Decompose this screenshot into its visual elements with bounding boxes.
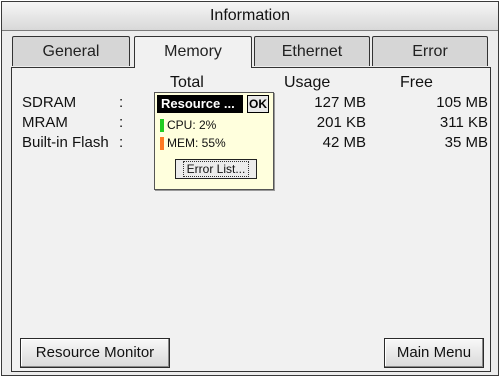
resource-popup: Resource ... OK CPU: 2% MEM: 55% Error L… (154, 92, 274, 190)
row-usage-mram: 201 KB (316, 114, 366, 131)
row-name-flash: Built-in Flash (22, 134, 109, 151)
row-usage-sdram: 127 MB (314, 94, 366, 111)
mem-indicator-bar (160, 137, 164, 150)
mem-usage-text: MEM: 55% (167, 136, 226, 150)
row-free-mram: 311 KB (439, 114, 488, 131)
header-free: Free (400, 74, 433, 91)
tab-error[interactable]: Error (372, 36, 488, 66)
tab-memory[interactable]: Memory (134, 36, 252, 68)
cpu-usage-text: CPU: 2% (167, 118, 217, 132)
row-separator: : (119, 114, 124, 131)
resource-monitor-button[interactable]: Resource Monitor (20, 338, 170, 368)
information-window: Information General Memory Ethernet Erro… (1, 1, 499, 376)
popup-ok-button[interactable]: OK (247, 95, 269, 113)
row-separator: : (119, 94, 124, 111)
row-name-mram: MRAM (22, 114, 68, 131)
main-menu-button[interactable]: Main Menu (384, 338, 484, 368)
window-title: Information (2, 2, 498, 31)
header-usage: Usage (284, 74, 331, 91)
row-usage-flash: 42 MB (322, 134, 366, 151)
row-separator: : (119, 134, 124, 151)
row-free-flash: 35 MB (444, 134, 488, 151)
row-name-sdram: SDRAM (22, 94, 77, 111)
tab-general[interactable]: General (12, 36, 130, 66)
header-total: Total (170, 74, 204, 91)
cpu-indicator-bar (160, 119, 164, 132)
row-free-sdram: 105 MB (436, 94, 488, 111)
tab-ethernet[interactable]: Ethernet (254, 36, 370, 66)
error-list-label: Error List... (182, 161, 250, 177)
error-list-button[interactable]: Error List... (175, 159, 257, 179)
popup-title: Resource ... (157, 95, 243, 113)
